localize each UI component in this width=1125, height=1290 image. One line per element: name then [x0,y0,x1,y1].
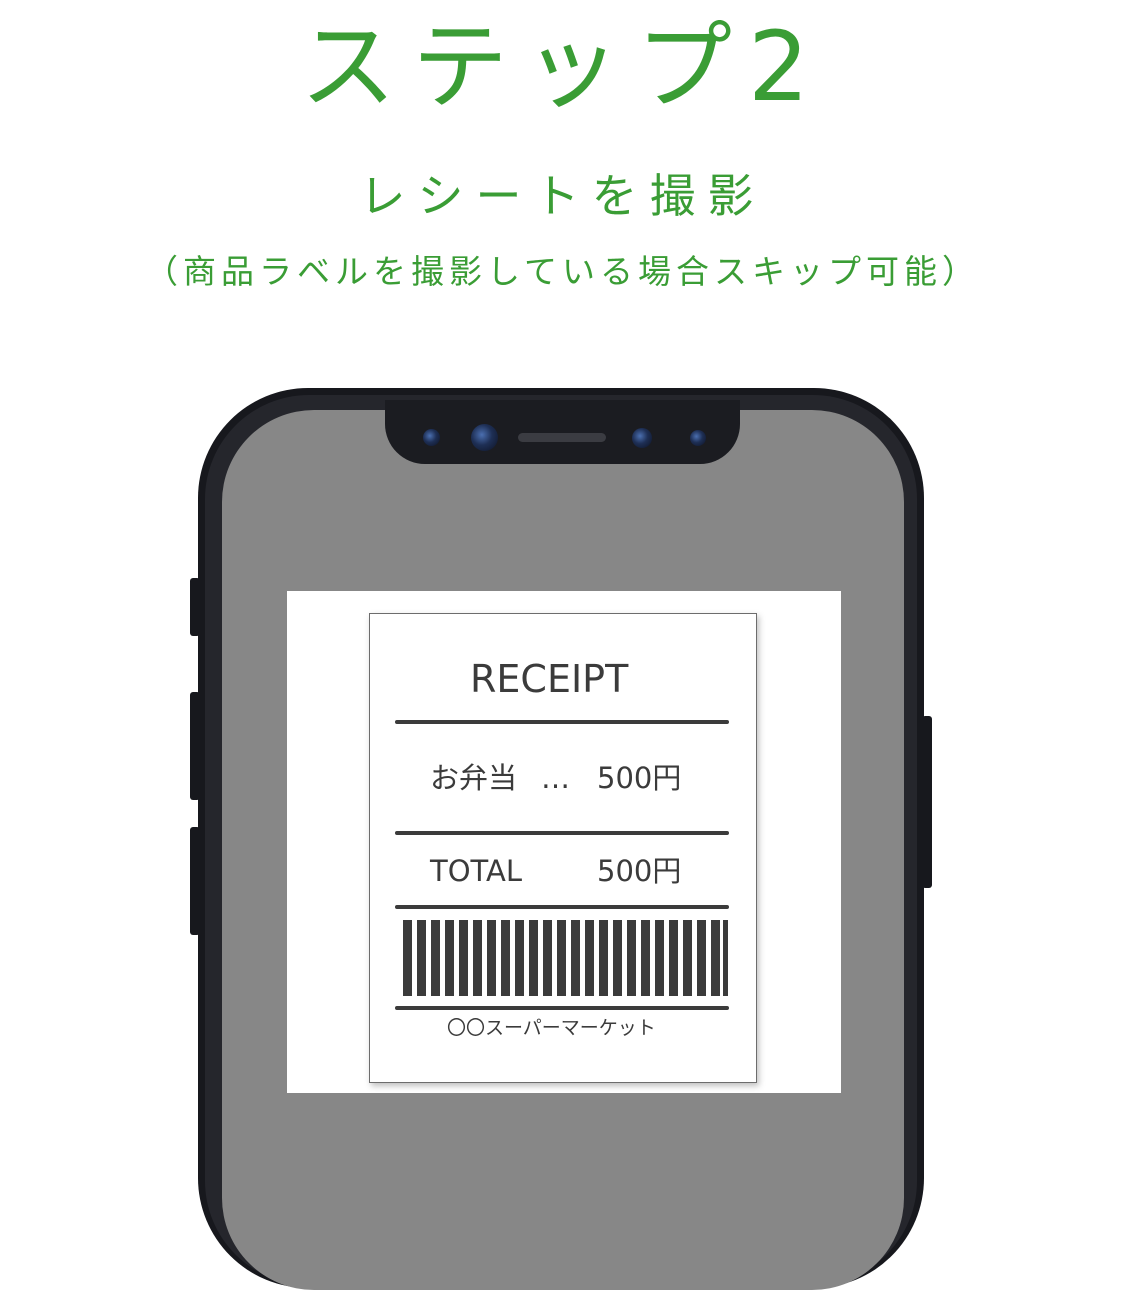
receipt-item-dots: … [541,761,570,795]
step-subtitle: レシートを撮影 [359,169,766,223]
receipt-item-price: 500円 [597,761,682,795]
earpiece-speaker [518,433,606,442]
receipt-store-name: 〇〇スーパーマーケット [447,1017,656,1039]
receipt-divider [395,905,729,909]
receipt-item-name: お弁当 [430,761,518,795]
step-note: （商品ラベルを撮影している場合スキップ可能） [144,252,980,291]
front-camera-icon [471,424,498,451]
receipt-divider [395,831,729,835]
receipt-divider [395,720,729,724]
ambient-sensor-icon [690,430,706,446]
receipt-total-price: 500円 [597,854,682,888]
step-title: ステップ2 [299,11,826,123]
receipt-title: RECEIPT [470,657,629,701]
proximity-sensor-icon [632,428,652,448]
receipt-divider [395,1006,729,1010]
receipt-total-label: TOTAL [430,854,522,888]
barcode-icon [403,920,728,996]
sensor-icon [423,429,440,446]
